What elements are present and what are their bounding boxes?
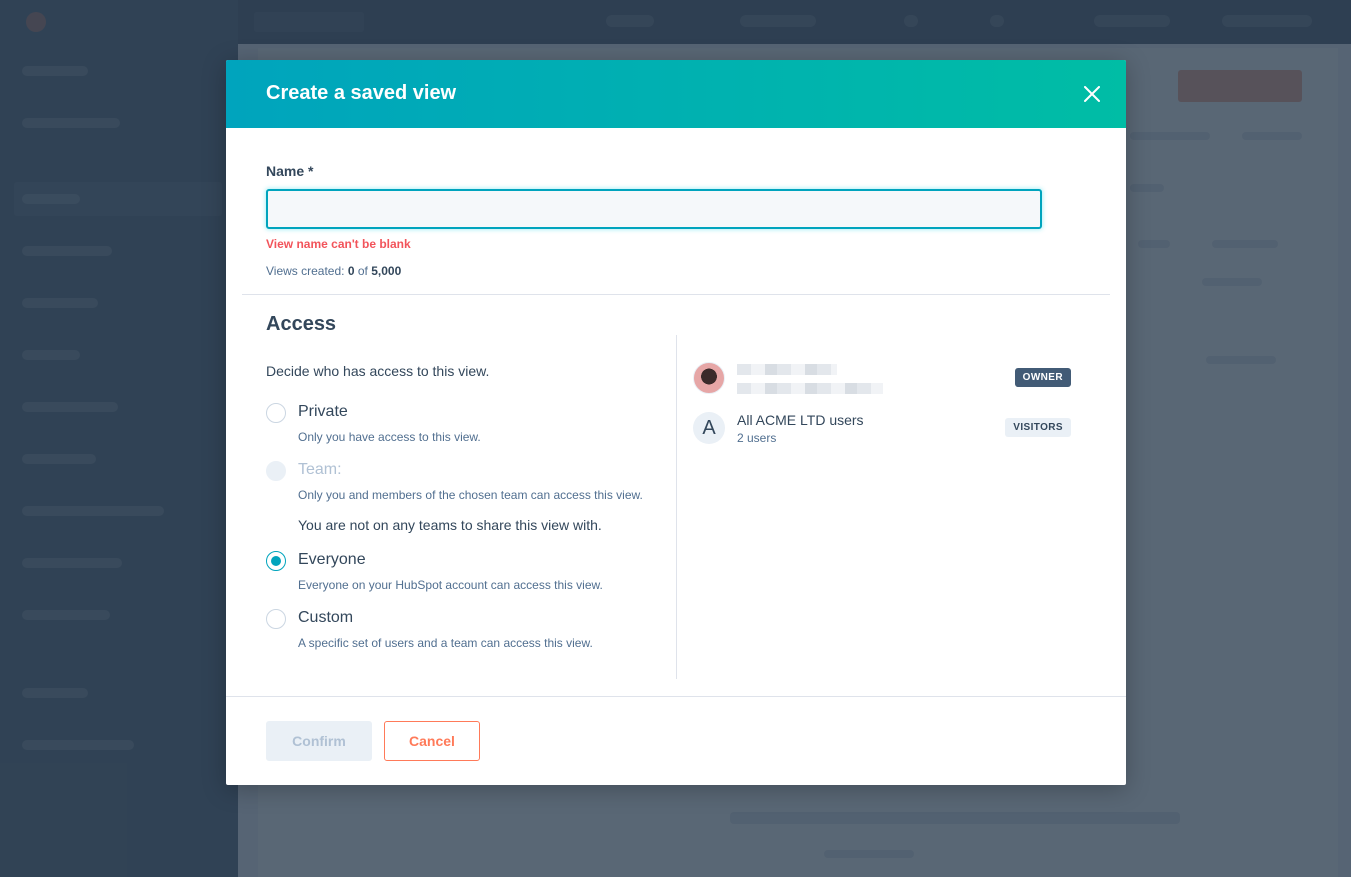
close-button[interactable]	[1080, 82, 1104, 106]
dialog-title: Create a saved view	[266, 82, 457, 104]
team-help: Only you and members of the chosen team …	[298, 488, 643, 502]
member-count: 2 users	[737, 431, 777, 445]
create-saved-view-dialog: Create a saved view Name * View name can…	[226, 60, 1126, 785]
name-label: Name *	[266, 163, 314, 179]
team-label: Team:	[298, 461, 342, 478]
team-note: You are not on any teams to share this v…	[298, 517, 602, 533]
private-radio[interactable]	[266, 403, 286, 423]
visitors-badge: VISITORS	[1005, 418, 1071, 437]
dialog-header: Create a saved view	[226, 60, 1126, 128]
owner-badge: OWNER	[1014, 368, 1071, 387]
access-title: Access	[266, 313, 337, 335]
member-owner: OWNER	[693, 362, 1071, 402]
everyone-help: Everyone on your HubSpot account can acc…	[298, 578, 603, 592]
access-description: Decide who has access to this view.	[266, 363, 490, 379]
avatar: A	[693, 412, 725, 444]
team-radio	[266, 461, 286, 481]
name-section: Name * View name can't be blank Views cr…	[242, 128, 1110, 295]
everyone-label: Everyone	[298, 551, 366, 568]
name-error-message: View name can't be blank	[266, 237, 411, 251]
user-photo-avatar	[693, 362, 725, 394]
access-divider	[676, 335, 677, 679]
member-all-users: A All ACME LTD users 2 users VISITORS	[693, 412, 1071, 452]
access-section: Access Decide who has access to this vie…	[226, 295, 1126, 696]
redacted-email	[737, 383, 883, 394]
member-name: All ACME LTD users	[737, 412, 864, 428]
custom-help: A specific set of users and a team can a…	[298, 636, 593, 650]
cancel-button[interactable]: Cancel	[384, 721, 480, 761]
dialog-footer: Confirm Cancel	[226, 696, 1126, 785]
close-icon	[1084, 86, 1100, 102]
redacted-name	[737, 364, 837, 375]
view-name-input[interactable]	[266, 189, 1042, 229]
custom-radio[interactable]	[266, 609, 286, 629]
everyone-radio[interactable]	[266, 551, 286, 571]
custom-label: Custom	[298, 609, 354, 626]
confirm-button[interactable]: Confirm	[266, 721, 372, 761]
private-label: Private	[298, 403, 348, 420]
views-created-counter: Views created: 0 of 5,000	[266, 264, 402, 278]
private-help: Only you have access to this view.	[298, 430, 481, 444]
